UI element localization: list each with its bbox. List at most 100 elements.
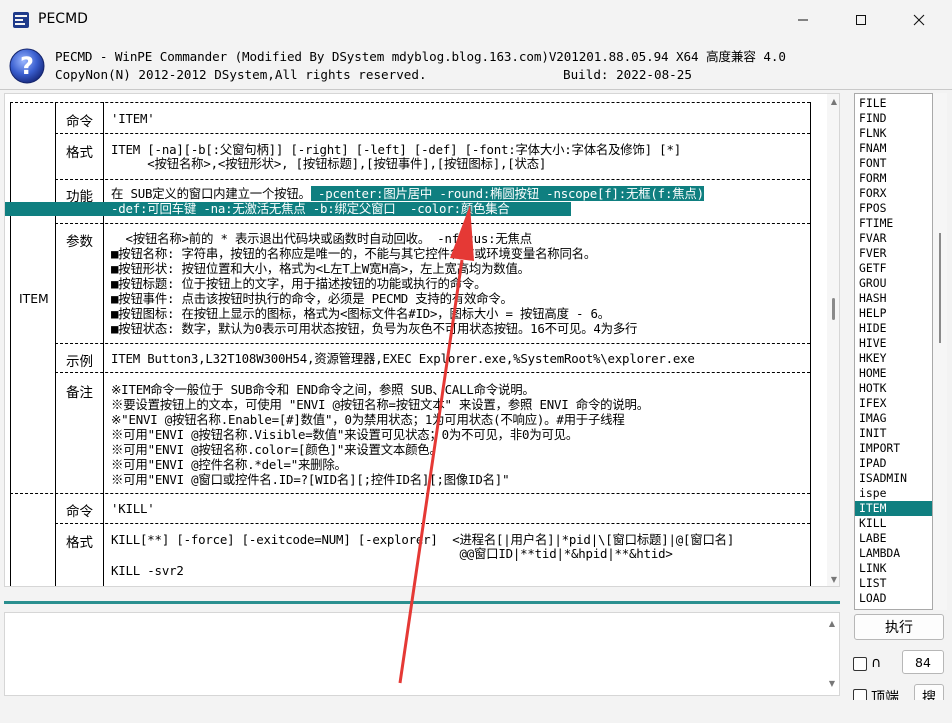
keyword-item[interactable]: LAMBDA: [855, 546, 932, 561]
keyword-item[interactable]: LOAD: [855, 591, 932, 606]
row-divider: [55, 133, 810, 134]
window-title: PECMD: [38, 11, 88, 27]
scroll-thumb[interactable]: [832, 298, 835, 320]
table-border-right: [810, 102, 811, 586]
keyword-item[interactable]: LABE: [855, 531, 932, 546]
scroll-up-icon[interactable]: ▲: [827, 619, 837, 629]
keyword-item[interactable]: INIT: [855, 426, 932, 441]
format-line: <按钮名称>,<按钮形状>, [按钮标题],[按钮事件],[按钮图标],[状态]: [111, 156, 547, 171]
list-scrollbar[interactable]: [933, 93, 947, 610]
keyword-item[interactable]: ispe: [855, 486, 932, 501]
row-label-notes: 备注: [66, 385, 93, 401]
status-bar: [0, 700, 952, 723]
note-line: ※可用"ENVI @控件名称.*del="来删除。: [111, 457, 347, 472]
keyword-item[interactable]: FORM: [855, 171, 932, 186]
note-line: ※"ENVI @按钮名称.Enable=[#]数值"，0为禁用状态；1为可用状态…: [111, 412, 625, 427]
font-size-field[interactable]: 84: [902, 650, 944, 674]
row-divider: [55, 523, 810, 524]
keyword-item[interactable]: IFEX: [855, 396, 932, 411]
keyword-item[interactable]: GETF: [855, 261, 932, 276]
row-label-command: 命令: [66, 504, 93, 520]
keyword-item[interactable]: FPOS: [855, 201, 932, 216]
row-divider: [55, 179, 810, 180]
keyword-item[interactable]: FONT: [855, 156, 932, 171]
row-divider: [55, 223, 810, 224]
command-input[interactable]: ▲ ▼: [4, 612, 840, 696]
keyword-item[interactable]: FILE: [855, 96, 932, 111]
keyword-item[interactable]: HIVE: [855, 336, 932, 351]
keyword-item[interactable]: FLNK: [855, 126, 932, 141]
keyword-item[interactable]: IMAG: [855, 411, 932, 426]
keyword-item[interactable]: HASH: [855, 291, 932, 306]
app-icon: [13, 12, 29, 28]
table-border-top: [10, 102, 810, 103]
close-button[interactable]: [896, 0, 942, 40]
param-line: ■按钮图标: 在按钮上显示的图标，格式为<图标文件名#ID>，图标大小 = 按钮…: [111, 306, 610, 321]
question-icon: ?: [9, 48, 45, 84]
keyword-item[interactable]: FVAR: [855, 231, 932, 246]
keyword-item[interactable]: IMPORT: [855, 441, 932, 456]
table-border-col: [55, 102, 56, 586]
case-label: ∩: [871, 655, 882, 671]
param-line: ■按钮形状: 按钮位置和大小，格式为<L左T上W宽H高>，左上宽高均为数值。: [111, 261, 530, 276]
svg-text:?: ?: [20, 52, 34, 80]
function-line: 在 SUB定义的窗口内建立一个按钮。 -pcenter:图片居中 -round:…: [111, 186, 704, 201]
row-label-format: 格式: [66, 145, 93, 161]
keyword-item[interactable]: HOME: [855, 366, 932, 381]
keyword-item[interactable]: FVER: [855, 246, 932, 261]
scroll-down-icon[interactable]: ▼: [829, 575, 839, 585]
keyword-item[interactable]: FIND: [855, 111, 932, 126]
table-border-section: [10, 493, 810, 494]
keyword-item[interactable]: IPAD: [855, 456, 932, 471]
scroll-down-icon[interactable]: ▼: [827, 679, 837, 689]
row-divider: [55, 372, 810, 373]
note-line: ※ITEM命令一般位于 SUB命令和 END命令之间，参照 SUB、CALL命令…: [111, 382, 535, 397]
keyword-item[interactable]: ISADMIN: [855, 471, 932, 486]
input-scrollbar[interactable]: ▲ ▼: [825, 613, 839, 695]
param-line: <按钮名称>前的 * 表示退出代码块或函数时自动回收。 -nfocus:无焦点: [111, 231, 533, 246]
splitter[interactable]: [4, 601, 840, 604]
scroll-thumb[interactable]: [939, 233, 941, 343]
selected-text[interactable]: -def:可回车键 -na:无激活无焦点 -b:绑定父窗口 -color:颜色集…: [5, 201, 571, 217]
keyword-item[interactable]: LINK: [855, 561, 932, 576]
note-line: ※要设置按钮上的文本，可使用 "ENVI @按钮名称=按钮文本" 来设置，参照 …: [111, 397, 649, 412]
maximize-icon: [856, 15, 866, 25]
param-line: ■按钮事件: 点击该按钮时执行的命令，必须是 PECMD 支持的有效命令。: [111, 291, 513, 306]
param-line: ■按钮名称: 字符串，按钮的名称应是唯一的，不能与其它控件名称或环境变量名称同名…: [111, 246, 597, 261]
version-line: PECMD - WinPE Commander (Modified By DSy…: [55, 49, 786, 64]
case-checkbox[interactable]: [853, 657, 867, 671]
param-line: ■按钮标题: 位于按钮上的文字，用于描述按钮的功能或执行的命令。: [111, 276, 487, 291]
command-value: 'ITEM': [111, 111, 155, 126]
section-label-item: ITEM: [19, 291, 49, 306]
help-document[interactable]: ITEM 命令 'ITEM' 格式 ITEM [-na][-b[:父窗句柄]] …: [4, 93, 840, 587]
note-line: ※可用"ENVI @按钮名称.color=[颜色]"来设置文本颜色。: [111, 442, 442, 457]
function-text: 在 SUB定义的窗口内建立一个按钮。: [111, 186, 311, 201]
keyword-item[interactable]: HELP: [855, 306, 932, 321]
table-border-left: [10, 102, 11, 586]
keyword-item[interactable]: FORX: [855, 186, 932, 201]
about-header: ? PECMD - WinPE Commander (Modified By D…: [0, 40, 952, 90]
execute-button[interactable]: 执行: [854, 614, 944, 640]
param-line: ■按钮状态: 数字，默认为0表示可用状态按钮，负号为灰色不可用状态按钮。16不可…: [111, 321, 638, 336]
close-icon: [913, 14, 925, 26]
table-border-col: [103, 102, 104, 586]
keyword-item[interactable]: FNAM: [855, 141, 932, 156]
example-line: ITEM Button3,L32T108W300H54,资源管理器,EXEC E…: [111, 351, 695, 366]
row-label-example: 示例: [66, 354, 93, 370]
row-label-params: 参数: [66, 234, 93, 250]
doc-scrollbar[interactable]: ▲ ▼: [827, 94, 839, 586]
selected-text[interactable]: -pcenter:图片居中 -round:椭圆按钮 -nscope[f]:无框(…: [310, 186, 704, 201]
keyword-item[interactable]: HOTK: [855, 381, 932, 396]
keyword-item[interactable]: FTIME: [855, 216, 932, 231]
command-value: 'KILL': [111, 501, 155, 516]
minimize-button[interactable]: [780, 0, 826, 40]
scroll-up-icon[interactable]: ▲: [829, 97, 839, 107]
keyword-item[interactable]: HIDE: [855, 321, 932, 336]
keyword-list[interactable]: FILE FIND FLNK FNAM FONT FORM FORX FPOS FTIME FVA…: [854, 93, 933, 610]
maximize-button[interactable]: [838, 0, 884, 40]
keyword-item[interactable]: HKEY: [855, 351, 932, 366]
keyword-item[interactable]: KILL: [855, 516, 932, 531]
keyword-item[interactable]: ITEM: [855, 501, 932, 516]
keyword-item[interactable]: GROU: [855, 276, 932, 291]
keyword-item[interactable]: LIST: [855, 576, 932, 591]
